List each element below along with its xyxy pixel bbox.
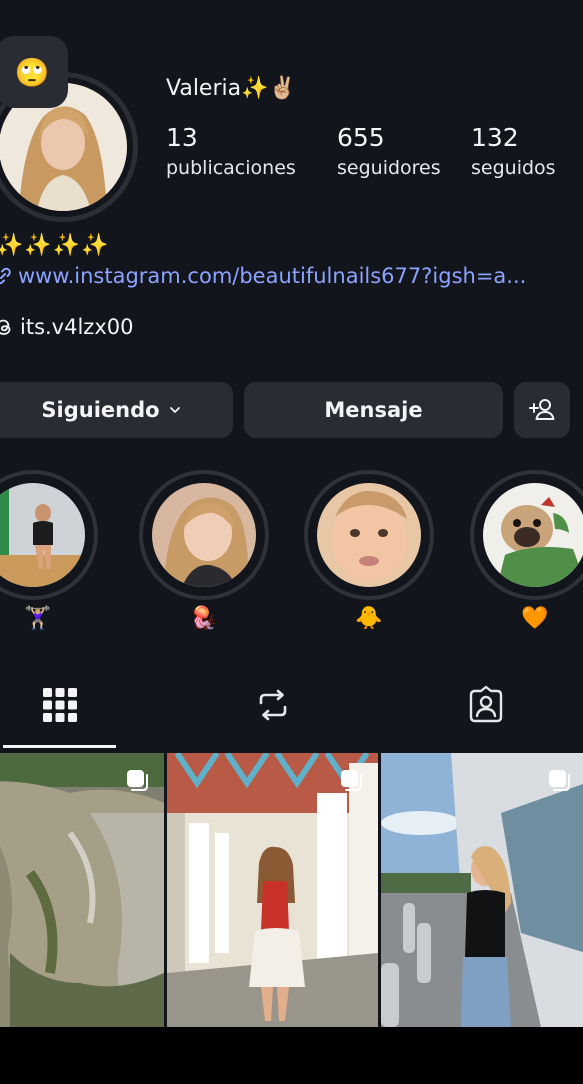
highlight-2-label: 🪼 <box>190 606 218 631</box>
highlight-2-cover <box>152 483 256 587</box>
profile-screen: 🙄 Valeria✨✌🏼 13 publicaciones 655 seguid… <box>0 0 583 1084</box>
highlight-1-cover <box>0 483 85 587</box>
highlight-2[interactable] <box>139 470 269 600</box>
message-button[interactable]: Mensaje <box>244 382 503 438</box>
note-bubble[interactable]: 🙄 <box>0 36 68 108</box>
following-count: 132 <box>471 123 519 152</box>
highlight-3-label: 🐥 <box>355 606 383 631</box>
active-tab-indicator <box>3 745 116 748</box>
suggested-users-button[interactable] <box>514 382 570 438</box>
posts-count: 13 <box>166 123 198 152</box>
bottom-bar <box>0 1027 583 1084</box>
highlight-3-cover <box>317 483 421 587</box>
highlight-1[interactable] <box>0 470 98 600</box>
bio-link[interactable]: www.instagram.com/beautifulnails677?igsh… <box>0 264 526 288</box>
threads-handle: its.v4lzx00 <box>20 315 134 339</box>
highlight-4[interactable] <box>470 470 583 600</box>
threads-badge[interactable]: its.v4lzx00 <box>0 315 133 339</box>
highlight-1-label: 🏋🏼‍♀️ <box>24 606 52 631</box>
post-1[interactable] <box>0 753 164 1027</box>
highlight-4-cover <box>483 483 583 587</box>
message-button-label: Mensaje <box>324 398 423 422</box>
followers-label: seguidores <box>337 157 441 179</box>
username: Valeria✨✌🏼 <box>166 76 296 101</box>
chevron-down-icon <box>169 407 180 413</box>
followers-count: 655 <box>337 123 385 152</box>
highlight-4-label: 🧡 <box>521 606 549 631</box>
post-2-image <box>167 753 378 1027</box>
post-3-image <box>381 753 583 1027</box>
link-text: www.instagram.com/beautifulnails677?igsh… <box>18 264 527 288</box>
carousel-icon <box>127 770 148 791</box>
link-icon <box>0 267 11 285</box>
carousel-icon <box>341 770 362 791</box>
following-button[interactable]: Siguiendo <box>0 382 233 438</box>
bio-text: ✨✨✨✨ <box>0 233 110 258</box>
posts-stat[interactable]: 13 publicaciones <box>166 122 296 182</box>
add-user-icon <box>529 399 555 420</box>
following-stat[interactable]: 132 seguidos <box>471 122 556 182</box>
carousel-icon <box>549 770 570 791</box>
post-2[interactable] <box>167 753 378 1027</box>
followers-stat[interactable]: 655 seguidores <box>337 122 441 182</box>
following-button-label: Siguiendo <box>41 398 160 422</box>
post-3[interactable] <box>381 753 583 1027</box>
post-1-image <box>0 753 164 1027</box>
tagged-icon[interactable] <box>466 685 506 725</box>
following-label: seguidos <box>471 157 556 179</box>
highlight-3[interactable] <box>304 470 434 600</box>
threads-icon <box>0 319 11 335</box>
reels-icon[interactable] <box>253 685 293 725</box>
posts-label: publicaciones <box>166 157 296 179</box>
note-emoji: 🙄 <box>14 55 50 89</box>
grid-icon[interactable] <box>40 685 80 725</box>
